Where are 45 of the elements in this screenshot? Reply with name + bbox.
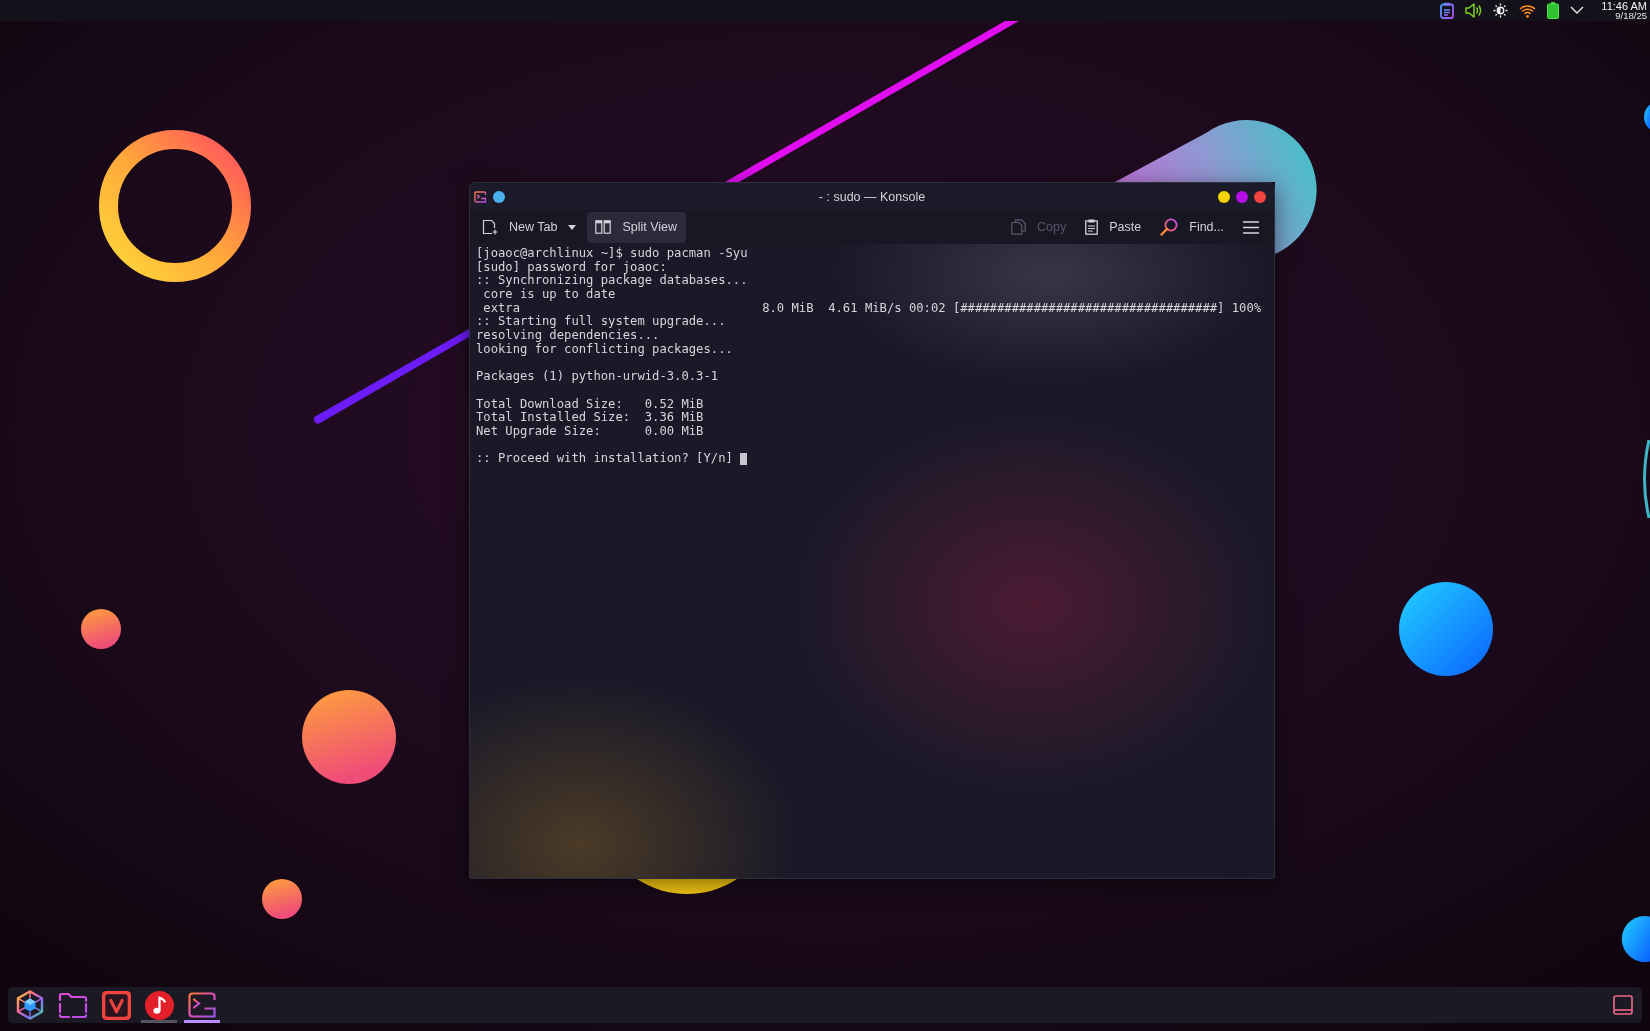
folder-icon — [58, 992, 88, 1018]
wallpaper-circle — [262, 879, 302, 919]
window-title: - : sudo — Konsole — [818, 189, 926, 204]
terminal-line: resolving dependencies... — [476, 329, 660, 343]
terminal-icon[interactable] — [474, 190, 487, 203]
search-icon — [1160, 218, 1179, 236]
clipboard-icon[interactable] — [1440, 2, 1455, 19]
paste-button[interactable]: Paste — [1077, 211, 1151, 243]
cube-icon — [16, 990, 44, 1020]
new-tab-button[interactable]: New Tab — [474, 211, 586, 243]
menu-icon — [1243, 220, 1259, 234]
v-logo-icon — [101, 990, 131, 1020]
new-tab-icon — [482, 219, 498, 235]
terminal-line: [sudo] password for joaoc: — [476, 260, 667, 275]
terminal-line: Net Upgrade Size: 0.00 MiB — [476, 424, 704, 439]
terminal-line: :: Starting full system upgrade... — [476, 315, 726, 330]
terminal-line: extra 8.0 MiB 4.61 MiB/s 00:02 [###################################] 100% — [482, 301, 1262, 315]
volume-icon[interactable] — [1465, 3, 1483, 18]
clipboard-icon — [1085, 219, 1099, 235]
square-icon — [1613, 995, 1633, 1015]
close-button[interactable] — [1254, 190, 1266, 203]
terminal-line: Packages (1) python-urwid-3.0.3-1 — [476, 370, 719, 384]
terminal-line: core is up to date — [482, 288, 616, 302]
clock-date: 9/18/25 — [1615, 10, 1647, 21]
copy-icon — [1011, 219, 1027, 235]
terminal-line: Total Installed Size: 3.36 MiB — [476, 411, 704, 425]
split-view-button[interactable]: Split View — [587, 211, 687, 243]
terminal-icon — [187, 992, 217, 1018]
sun-icon[interactable] — [1493, 3, 1509, 18]
terminal-line: :: Synchronizing package databases... — [476, 274, 748, 288]
columns-icon — [595, 220, 612, 234]
battery-icon[interactable] — [1547, 2, 1560, 19]
dot-icon[interactable] — [493, 190, 505, 203]
terminal-line: :: Proceed with installation? [Y/n] — [476, 452, 733, 466]
music-note-icon — [144, 990, 174, 1020]
terminal-line: [joaoc@archlinux ~]$ sudo pacman -Syu — [476, 247, 748, 261]
wallpaper-circle — [81, 609, 121, 649]
chevron-icon[interactable] — [1570, 6, 1585, 15]
maximize-button[interactable] — [1236, 190, 1248, 203]
wifi-icon[interactable] — [1519, 3, 1537, 18]
find-button[interactable]: Find... — [1152, 211, 1233, 243]
clock-time: 11:46 AM — [1601, 0, 1647, 11]
minimize-button[interactable] — [1218, 190, 1230, 203]
terminal-line: looking for conflicting packages... — [476, 342, 733, 357]
terminal-line: Total Download Size: 0.52 MiB — [476, 397, 704, 411]
